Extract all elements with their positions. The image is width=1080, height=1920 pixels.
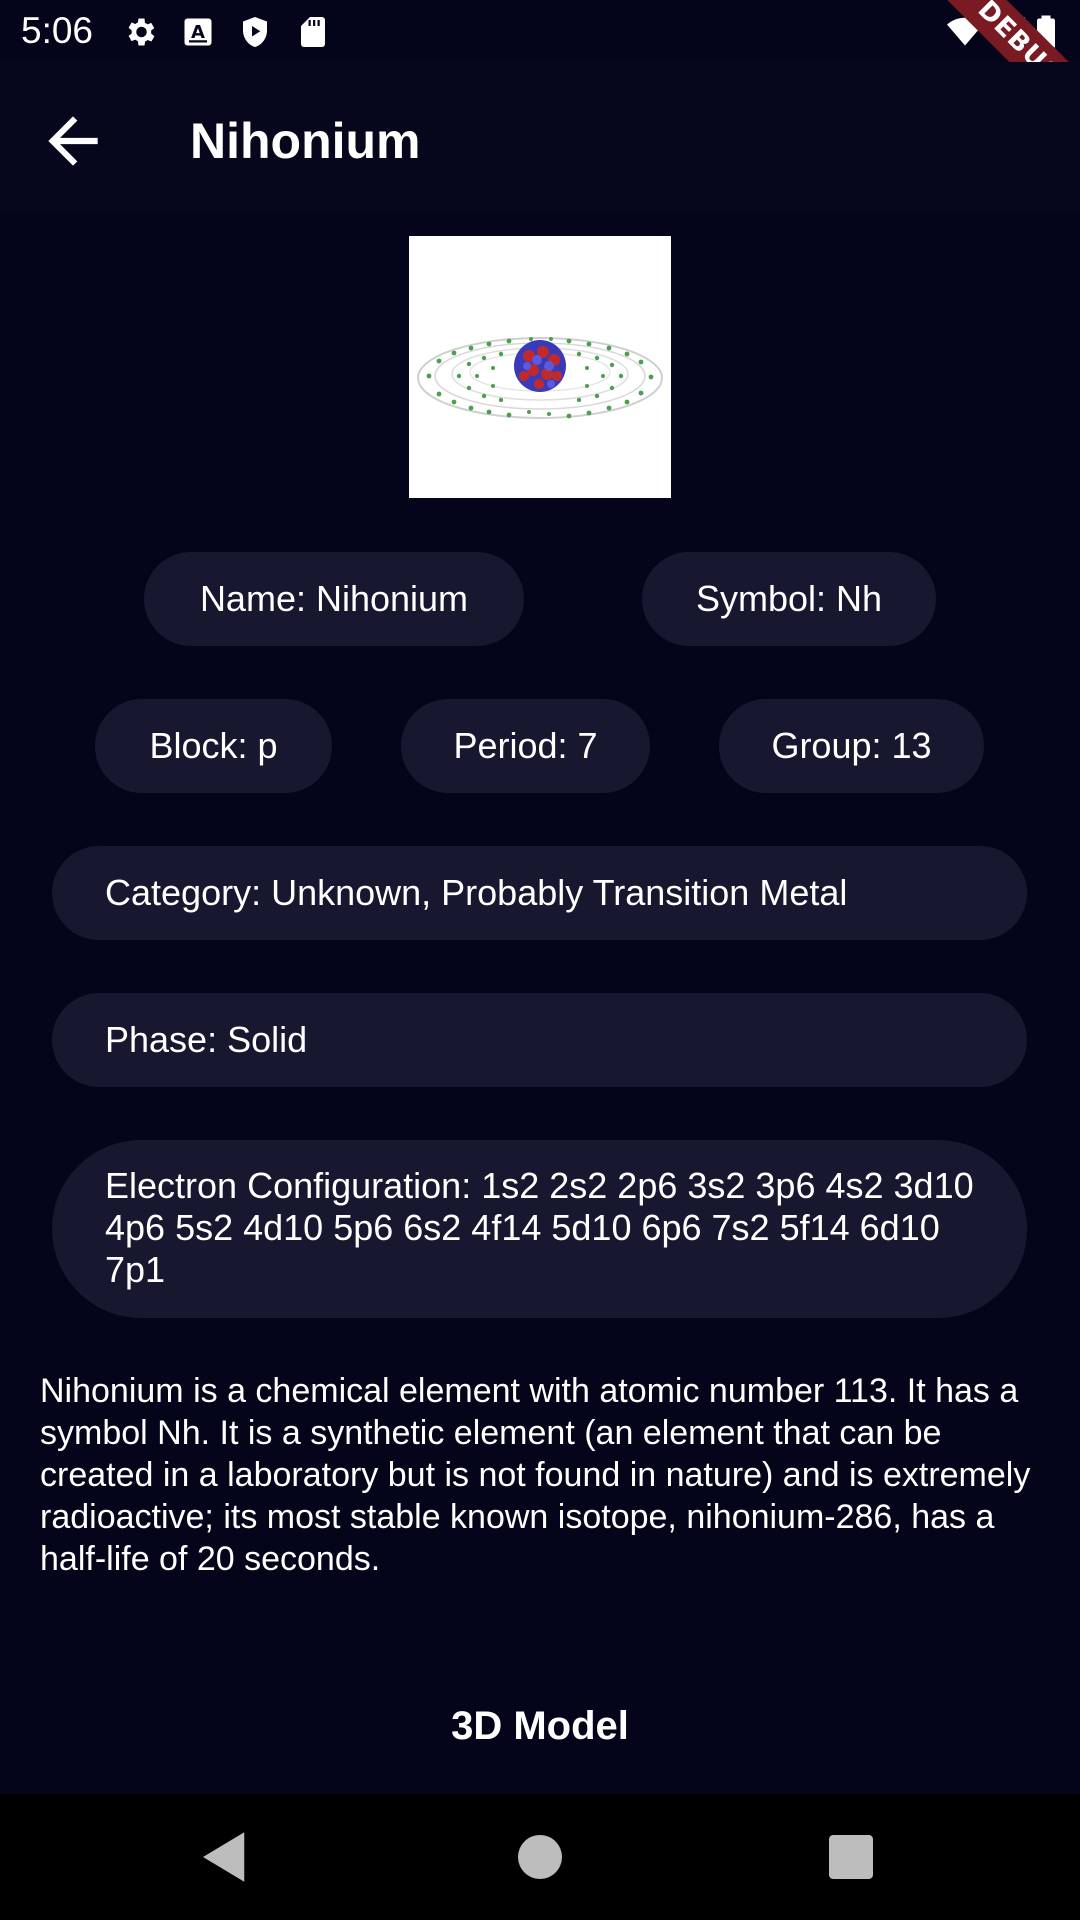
symbol-chip: Symbol: Nh — [642, 552, 936, 646]
settings-icon — [128, 18, 155, 46]
sd-card-icon — [301, 17, 325, 47]
phase-chip: Phase: Solid — [52, 993, 1027, 1087]
3d-model-button[interactable]: 3D Model — [390, 1690, 690, 1762]
navigation-bar — [0, 1794, 1080, 1920]
status-bar: 5:06 A DEBUG — [0, 0, 1080, 143]
back-triangle-icon[interactable] — [192, 1824, 258, 1890]
back-arrow-icon[interactable] — [36, 104, 110, 178]
element-atom-image — [409, 236, 671, 498]
recents-square-icon[interactable] — [818, 1824, 884, 1890]
svg-text:A: A — [191, 22, 205, 43]
block-chip: Block: p — [95, 699, 332, 793]
screen: 5:06 A DEBUG Nihonium Name: Nihonium Sym… — [0, 0, 1080, 1920]
keyboard-a-icon: A — [184, 18, 212, 46]
app-bar: Nihonium — [0, 62, 1080, 212]
shield-play-icon — [243, 17, 267, 47]
electron-configuration-chip: Electron Configuration: 1s2 2s2 2p6 3s2 … — [52, 1140, 1027, 1318]
name-chip: Name: Nihonium — [144, 552, 524, 646]
page-title: Nihonium — [190, 113, 421, 169]
element-description: Nihonium is a chemical element with atom… — [40, 1372, 1031, 1578]
period-chip: Period: 7 — [401, 699, 650, 793]
atom-model-illustration — [417, 337, 663, 419]
category-chip: Category: Unknown, Probably Transition M… — [52, 846, 1027, 940]
status-time: 5:06 — [21, 10, 94, 51]
home-circle-icon[interactable] — [507, 1824, 573, 1890]
group-chip: Group: 13 — [719, 699, 984, 793]
